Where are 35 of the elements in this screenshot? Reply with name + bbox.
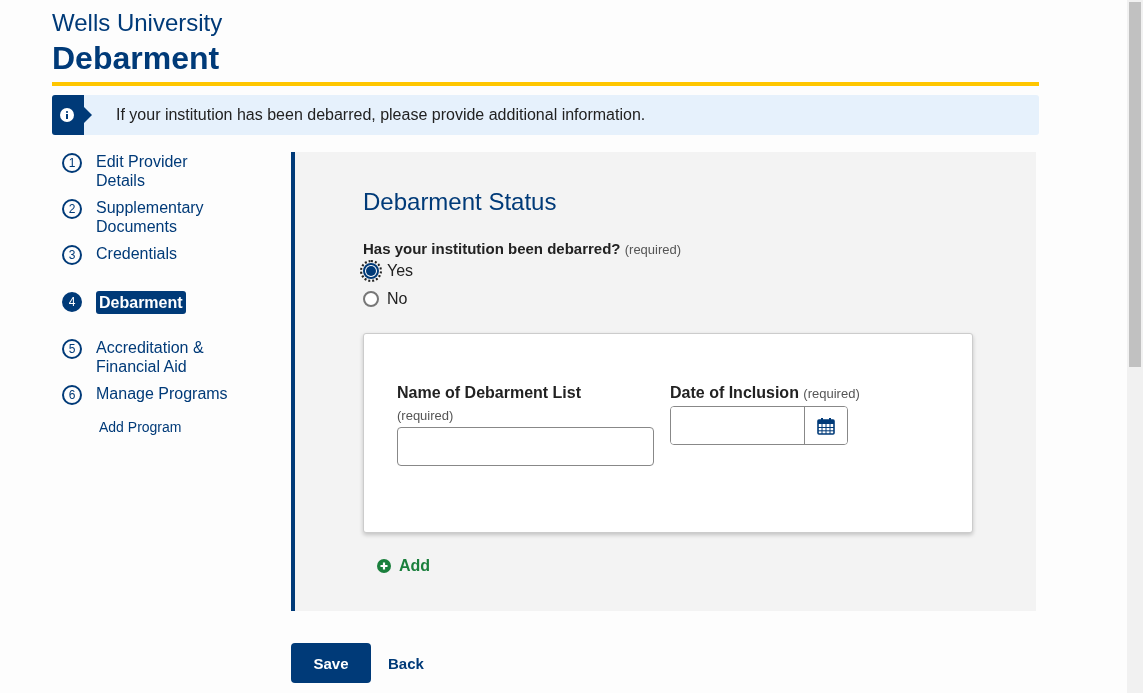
radio-label: Yes: [387, 262, 414, 280]
input-field[interactable]: [397, 427, 654, 466]
step-link[interactable]: Credentials: [96, 244, 177, 263]
info-icon: [52, 95, 92, 135]
radio-button[interactable]: [363, 291, 379, 307]
info-text: If your institution has been debarred, please provide additional information.: [116, 106, 646, 124]
date-field[interactable]: [670, 406, 848, 445]
step-number: 6: [62, 385, 82, 405]
section-title: Debarment Status: [363, 188, 558, 216]
step-number: 3: [62, 245, 82, 265]
scrollbar[interactable]: [1127, 0, 1143, 693]
step-link[interactable]: Supplementary Documents: [96, 198, 237, 236]
add-button[interactable]: Add: [377, 557, 431, 575]
step-number: 5: [62, 339, 82, 359]
step-link[interactable]: Debarment: [96, 291, 186, 314]
required-hint: (required): [803, 386, 860, 401]
save-button[interactable]: Save: [291, 643, 371, 683]
field-label: Name of Debarment List: [397, 384, 583, 402]
step-link[interactable]: Manage Programs: [96, 384, 228, 403]
step-number: 4: [62, 292, 82, 312]
required-hint: (required): [397, 408, 455, 423]
radio-button[interactable]: [363, 263, 379, 279]
step-number: 1: [62, 153, 82, 173]
step-link[interactable]: Edit Provider Details: [96, 152, 237, 190]
institution-name: Wells University: [52, 8, 224, 38]
field-label: Date of Inclusion: [670, 384, 799, 401]
question-label: Has your institution been debarred? (required): [363, 240, 683, 257]
step-link[interactable]: Accreditation & Financial Aid: [96, 338, 237, 376]
plus-circle-icon: [377, 559, 391, 573]
calendar-icon: [817, 416, 835, 435]
sub-step-link[interactable]: Add Program: [99, 419, 237, 435]
page-title: Debarment: [52, 39, 221, 78]
radio-label: No: [387, 290, 408, 308]
back-link[interactable]: Back: [388, 654, 424, 672]
step-number: 2: [62, 199, 82, 219]
